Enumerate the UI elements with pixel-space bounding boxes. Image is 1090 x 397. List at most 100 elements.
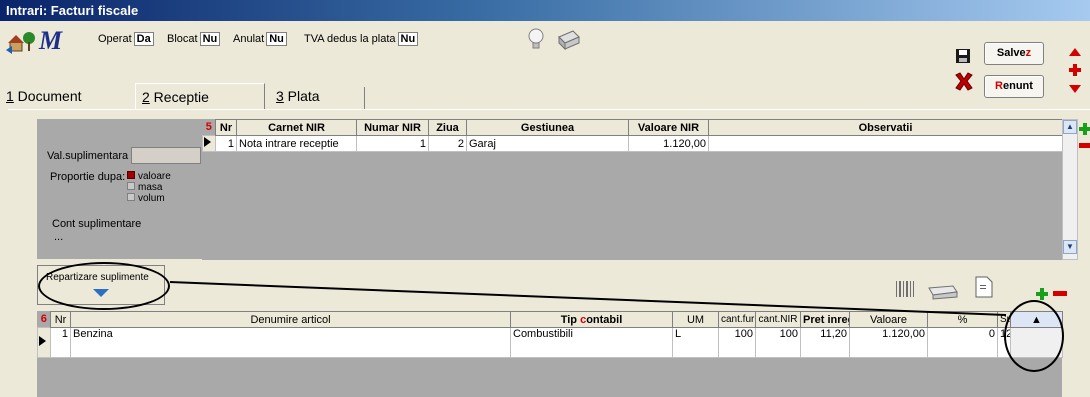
remove-red-icon[interactable]	[1079, 143, 1090, 149]
val-sup-label: Val.suplimentara	[47, 150, 129, 162]
cell-valoare-nir[interactable]: 1.120,00	[628, 135, 709, 152]
col-cant-nir[interactable]: cant.NIR	[755, 311, 801, 328]
article-header-row: 6 Nr Denumire articol Tip contabil UM ca…	[37, 311, 1063, 328]
option-volum[interactable]: volum	[127, 193, 171, 204]
option-valoare-label: valoare	[138, 171, 171, 182]
tva-flag[interactable]: TVA dedus la plata Nu	[304, 32, 419, 46]
anulat-value[interactable]: Nu	[266, 32, 287, 46]
add-green-icon[interactable]	[1079, 122, 1090, 136]
cell-procent[interactable]: 0	[927, 327, 998, 358]
article-section-number: 6	[37, 311, 51, 328]
row-pointer-icon	[202, 135, 216, 152]
cell-cant-nir[interactable]: 100	[755, 327, 801, 358]
supliment-options-panel: Val.suplimentara Proportie dupa: valoare…	[37, 119, 202, 259]
col-gestiunea[interactable]: Gestiunea	[466, 119, 629, 136]
barcode-icon[interactable]	[895, 280, 915, 298]
scroll-up-icon[interactable]: ▲	[1063, 120, 1077, 134]
proportie-label: Proportie dupa:	[50, 171, 126, 183]
tva-label: TVA dedus la plata	[304, 33, 396, 45]
arrow-up-icon[interactable]	[1068, 47, 1082, 57]
nir-table: 5 Nr Carnet NIR Numar NIR Ziua Gestiunea…	[202, 119, 1063, 152]
save-hotkey: z	[1025, 47, 1032, 59]
cancel-button[interactable]: Renunt	[984, 75, 1044, 98]
tab-divider	[364, 87, 365, 109]
option-volum-label: volum	[138, 193, 165, 204]
cell-carnet-nir[interactable]: Nota intrare receptie	[236, 135, 357, 152]
tab-document[interactable]: 1 Document	[0, 83, 135, 109]
cell-um[interactable]: L	[672, 327, 719, 358]
radio-checked-icon	[127, 171, 135, 179]
col-procent[interactable]: %	[927, 311, 998, 328]
operat-flag[interactable]: Operat Da	[98, 32, 154, 46]
lightbulb-icon[interactable]	[525, 26, 547, 52]
radio-unchecked-icon	[127, 193, 135, 201]
cancel-hotkey: R	[995, 80, 1003, 92]
tab-bar: 1 Document 2 Receptie 3 Plata	[0, 83, 770, 109]
col-nr[interactable]: Nr	[215, 119, 237, 136]
cell-numar-nir[interactable]: 1	[356, 135, 429, 152]
cell-ziua[interactable]: 2	[428, 135, 467, 152]
col-um[interactable]: UM	[672, 311, 719, 328]
scanner-icon[interactable]	[927, 280, 959, 300]
cell-cant-furn[interactable]: 100	[718, 327, 756, 358]
tab-plata-label: Plata	[283, 88, 320, 104]
option-masa-label: masa	[138, 182, 163, 193]
arrow-down-icon[interactable]	[1068, 84, 1082, 94]
nir-header-row: 5 Nr Carnet NIR Numar NIR Ziua Gestiunea…	[202, 119, 1063, 136]
cont-sup-value[interactable]: ...	[54, 231, 63, 243]
cell-nr[interactable]: 1	[50, 327, 71, 358]
table-row[interactable]: 1 Benzina Combustibili L 100 100 11,20 1…	[37, 327, 1063, 358]
nir-scrollbar[interactable]: ▲ ▼	[1062, 119, 1078, 260]
house-icon[interactable]	[6, 30, 36, 54]
option-masa[interactable]: masa	[127, 182, 171, 193]
col-nr[interactable]: Nr	[50, 311, 71, 328]
blocat-flag[interactable]: Blocat Nu	[167, 32, 221, 46]
operat-value[interactable]: Da	[133, 32, 154, 46]
cell-denumire[interactable]: Benzina	[70, 327, 511, 358]
blocat-value[interactable]: Nu	[199, 32, 221, 46]
cell-observatii[interactable]	[708, 135, 1063, 152]
cell-tip-contabil[interactable]: Combustibili	[510, 327, 673, 358]
radio-unchecked-icon	[127, 182, 135, 190]
tip-label-pre: Tip	[560, 313, 581, 326]
cont-sup-label: Cont suplimentare	[52, 218, 142, 230]
cancel-x-icon[interactable]	[954, 71, 974, 91]
cell-nr[interactable]: 1	[215, 135, 237, 152]
col-ziua[interactable]: Ziua	[428, 119, 467, 136]
plus-icon[interactable]	[1068, 63, 1082, 77]
tab-plata[interactable]: 3 Plata	[270, 83, 360, 109]
col-carnet-nir[interactable]: Carnet NIR	[236, 119, 357, 136]
add-article-icon[interactable]	[1035, 287, 1049, 301]
option-valoare[interactable]: valoare	[127, 171, 171, 182]
row-pointer-icon	[37, 327, 51, 358]
printer-icon[interactable]	[555, 25, 581, 51]
col-tip-contabil[interactable]: Tip contabil	[510, 311, 673, 328]
cell-valoare[interactable]: 1.120,00	[849, 327, 928, 358]
m-logo-icon[interactable]: M	[39, 26, 62, 56]
remove-article-icon[interactable]	[1053, 291, 1067, 297]
col-cant-furn[interactable]: cant.furn	[718, 311, 756, 328]
col-denumire[interactable]: Denumire articol	[70, 311, 511, 328]
table-row[interactable]: 1 Nota intrare receptie 1 2 Garaj 1.120,…	[202, 135, 1063, 152]
cell-pret-inreg[interactable]: 11,20	[800, 327, 850, 358]
anulat-flag[interactable]: Anulat Nu	[233, 32, 287, 46]
tab-receptie[interactable]: 2 Receptie	[135, 83, 265, 109]
col-valoare-nir[interactable]: Valoare NIR	[628, 119, 709, 136]
save-icon[interactable]	[955, 48, 971, 64]
tva-value[interactable]: Nu	[397, 32, 419, 46]
col-numar-nir[interactable]: Numar NIR	[356, 119, 429, 136]
scroll-down-icon[interactable]: ▼	[1063, 240, 1077, 254]
cell-gestiunea[interactable]: Garaj	[466, 135, 629, 152]
proportie-options: valoare masa volum	[127, 171, 171, 204]
col-observatii[interactable]: Observatii	[708, 119, 1063, 136]
anulat-label: Anulat	[233, 33, 265, 45]
save-button[interactable]: Salvez	[984, 42, 1044, 65]
tab-receptie-label: Receptie	[149, 89, 209, 105]
tip-label-post: ontabil	[586, 313, 623, 326]
col-valoare[interactable]: Valoare	[849, 311, 928, 328]
annotation-circle-left	[38, 262, 170, 310]
val-sup-input[interactable]	[131, 147, 201, 164]
col-pret-inreg[interactable]: Pret inreg	[800, 311, 850, 328]
tab-plata-hotkey: 3	[276, 88, 284, 104]
document-icon[interactable]	[975, 276, 993, 298]
